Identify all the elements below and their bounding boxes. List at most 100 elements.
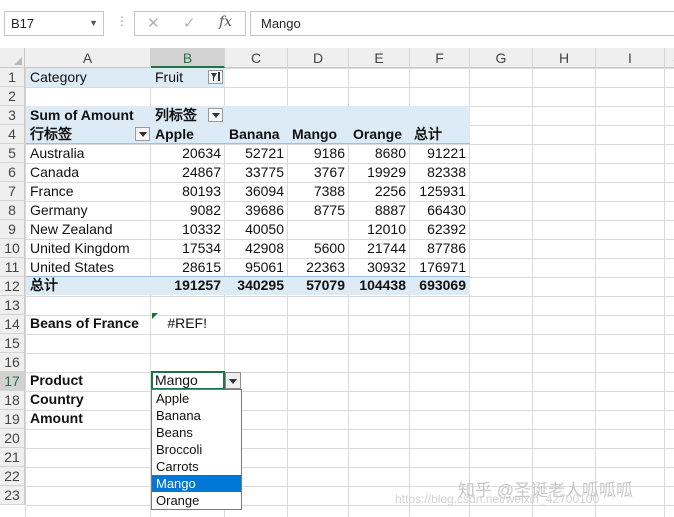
- column-header-c[interactable]: C: [225, 48, 288, 68]
- column-labels-header[interactable]: 列标签: [151, 106, 211, 125]
- pivot-cell-e6[interactable]: 19929: [349, 163, 410, 182]
- pivot-cell-c5[interactable]: 52721: [225, 144, 288, 163]
- pivot-cell-f10[interactable]: 87786: [410, 239, 470, 258]
- row-header-3[interactable]: 3: [0, 106, 25, 125]
- col-header-banana[interactable]: Banana: [225, 125, 288, 144]
- column-header-i[interactable]: I: [596, 48, 665, 68]
- pivot-cell-f5[interactable]: 91221: [410, 144, 470, 163]
- name-box[interactable]: B17 ▼: [4, 11, 104, 36]
- cell-a1[interactable]: Category: [26, 68, 151, 87]
- row-header-8[interactable]: 8: [0, 201, 25, 220]
- grand-total-mango[interactable]: 57079: [288, 276, 349, 295]
- column-header-a[interactable]: A: [25, 48, 151, 68]
- column-header-d[interactable]: D: [288, 48, 349, 68]
- pivot-cell-b8[interactable]: 9082: [151, 201, 225, 220]
- pivot-cell-c11[interactable]: 95061: [225, 258, 288, 277]
- pivot-cell-a5[interactable]: Australia: [26, 144, 151, 163]
- pivot-cell-b11[interactable]: 28615: [151, 258, 225, 277]
- pivot-cell-d8[interactable]: 8775: [288, 201, 349, 220]
- pivot-cell-f11[interactable]: 176971: [410, 258, 470, 277]
- pivot-cell-e7[interactable]: 2256: [349, 182, 410, 201]
- dropdown-option-apple[interactable]: Apple: [152, 390, 241, 407]
- pivot-cell-a6[interactable]: Canada: [26, 163, 151, 182]
- chevron-down-icon[interactable]: ▼: [89, 12, 98, 35]
- row-header-2[interactable]: 2: [0, 87, 25, 106]
- row-header-1[interactable]: 1: [0, 68, 25, 87]
- dropdown-option-mango[interactable]: Mango: [152, 475, 241, 492]
- column-header-f[interactable]: F: [410, 48, 470, 68]
- cell-b14[interactable]: #REF!: [151, 314, 211, 333]
- pivot-cell-c8[interactable]: 39686: [225, 201, 288, 220]
- cell-a18[interactable]: Country: [26, 390, 151, 409]
- dropdown-option-beans[interactable]: Beans: [152, 424, 241, 441]
- pivot-cell-a11[interactable]: United States: [26, 258, 151, 277]
- pivot-cell-d9[interactable]: [288, 220, 349, 239]
- filter-icon[interactable]: [208, 70, 223, 84]
- grand-total-all[interactable]: 693069: [410, 276, 470, 295]
- row-header-20[interactable]: 20: [0, 429, 25, 448]
- col-header-apple[interactable]: Apple: [151, 125, 225, 144]
- pivot-cell-d10[interactable]: 5600: [288, 239, 349, 258]
- cell-b1[interactable]: Fruit: [151, 68, 211, 87]
- pivot-cell-e8[interactable]: 8887: [349, 201, 410, 220]
- col-header-orange[interactable]: Orange: [349, 125, 410, 144]
- close-icon[interactable]: ✕: [147, 14, 160, 32]
- pivot-cell-d7[interactable]: 7388: [288, 182, 349, 201]
- pivot-cell-f9[interactable]: 62392: [410, 220, 470, 239]
- row-header-19[interactable]: 19: [0, 410, 25, 429]
- row-header-21[interactable]: 21: [0, 448, 25, 467]
- dropdown-option-carrots[interactable]: Carrots: [152, 458, 241, 475]
- row-header-7[interactable]: 7: [0, 182, 25, 201]
- row-header-12[interactable]: 12: [0, 277, 25, 296]
- cell-b17[interactable]: Mango: [151, 371, 225, 390]
- column-labels-dropdown-icon[interactable]: [208, 108, 223, 122]
- dropdown-option-orange[interactable]: Orange: [152, 492, 241, 509]
- cell-a14[interactable]: Beans of France: [26, 314, 151, 333]
- dropdown-option-broccoli[interactable]: Broccoli: [152, 441, 241, 458]
- row-header-15[interactable]: 15: [0, 334, 25, 353]
- column-header-j[interactable]: J: [665, 48, 674, 68]
- row-header-13[interactable]: 13: [0, 296, 25, 315]
- grand-total-apple[interactable]: 191257: [151, 276, 225, 295]
- pivot-cell-c6[interactable]: 33775: [225, 163, 288, 182]
- pivot-cell-f7[interactable]: 125931: [410, 182, 470, 201]
- row-header-18[interactable]: 18: [0, 391, 25, 410]
- cell-a19[interactable]: Amount: [26, 409, 151, 428]
- cell-a17[interactable]: Product: [26, 371, 151, 390]
- pivot-cell-d11[interactable]: 22363: [288, 258, 349, 277]
- pivot-cell-e10[interactable]: 21744: [349, 239, 410, 258]
- pivot-cell-f8[interactable]: 66430: [410, 201, 470, 220]
- col-header-total[interactable]: 总计: [410, 125, 470, 144]
- pivot-cell-e11[interactable]: 30932: [349, 258, 410, 277]
- pivot-cell-a7[interactable]: France: [26, 182, 151, 201]
- row-header-16[interactable]: 16: [0, 353, 25, 372]
- pivot-cell-e5[interactable]: 8680: [349, 144, 410, 163]
- pivot-cell-c9[interactable]: 40050: [225, 220, 288, 239]
- pivot-cell-f6[interactable]: 82338: [410, 163, 470, 182]
- row-header-9[interactable]: 9: [0, 220, 25, 239]
- validation-dropdown-icon[interactable]: [225, 372, 241, 389]
- col-header-mango[interactable]: Mango: [288, 125, 349, 144]
- pivot-cell-b6[interactable]: 24867: [151, 163, 225, 182]
- row-header-14[interactable]: 14: [0, 315, 25, 334]
- pivot-value-label[interactable]: Sum of Amount: [26, 106, 151, 125]
- pivot-cell-c7[interactable]: 36094: [225, 182, 288, 201]
- dropdown-option-banana[interactable]: Banana: [152, 407, 241, 424]
- pivot-cell-b10[interactable]: 17534: [151, 239, 225, 258]
- formula-input[interactable]: Mango: [250, 11, 674, 36]
- grand-total-orange[interactable]: 104438: [349, 276, 410, 295]
- row-header-23[interactable]: 23: [0, 486, 25, 505]
- row-header-10[interactable]: 10: [0, 239, 25, 258]
- pivot-cell-a10[interactable]: United Kingdom: [26, 239, 151, 258]
- pivot-cell-d5[interactable]: 9186: [288, 144, 349, 163]
- check-icon[interactable]: ✓: [183, 14, 196, 32]
- row-labels-header[interactable]: 行标签: [26, 125, 136, 144]
- column-header-b[interactable]: B: [151, 48, 225, 68]
- row-header-4[interactable]: 4: [0, 125, 25, 144]
- column-header-e[interactable]: E: [349, 48, 410, 68]
- column-header-g[interactable]: G: [470, 48, 533, 68]
- pivot-cell-d6[interactable]: 3767: [288, 163, 349, 182]
- grand-total-label[interactable]: 总计: [26, 276, 151, 295]
- row-labels-dropdown-icon[interactable]: [135, 127, 150, 141]
- insert-function-icon[interactable]: fx: [219, 14, 232, 30]
